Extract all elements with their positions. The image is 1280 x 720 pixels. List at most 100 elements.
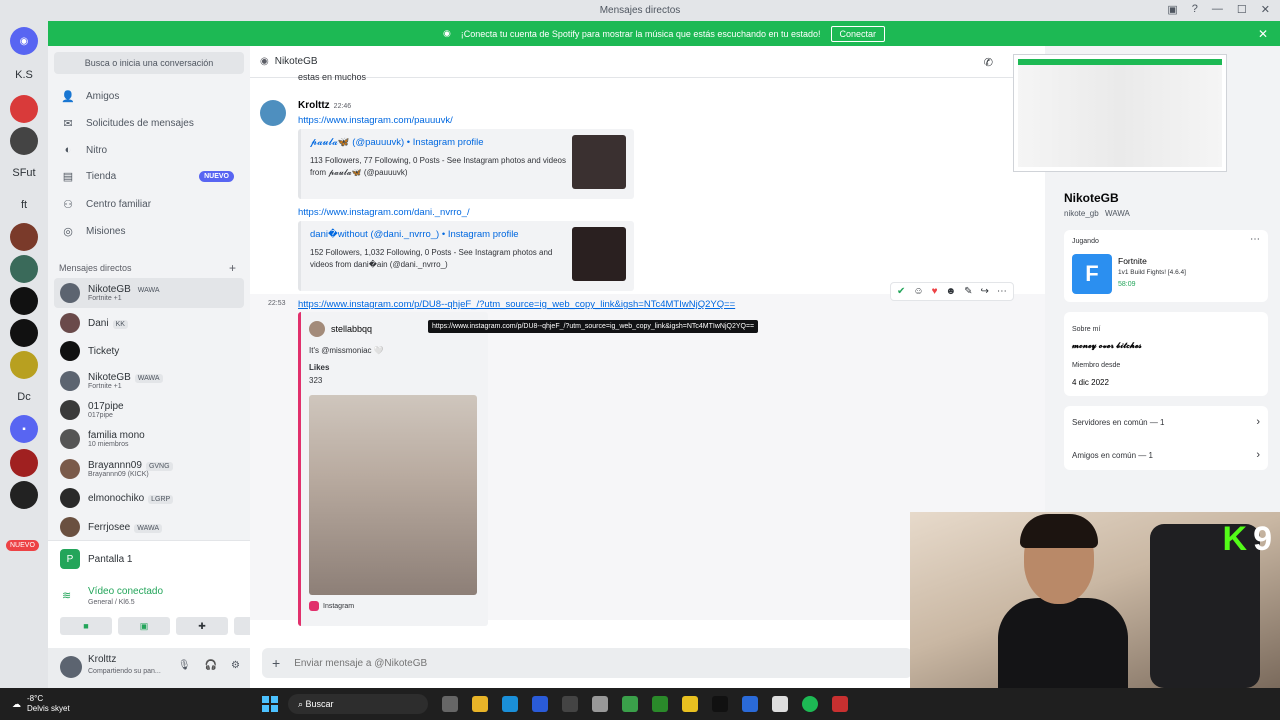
- avatar[interactable]: [60, 656, 82, 678]
- nav-friends[interactable]: 👤 Amigos: [56, 84, 242, 108]
- dm-name: familia mono: [88, 430, 145, 441]
- server-ks[interactable]: K.S: [10, 61, 38, 89]
- screen-share-preview[interactable]: P Pantalla 1: [60, 549, 132, 569]
- dm-item[interactable]: 017pipe 017pipe: [54, 395, 244, 425]
- embed-thumbnail[interactable]: [572, 135, 626, 189]
- nav-shop[interactable]: ▤ Tienda NUEVO: [56, 164, 242, 188]
- dm-item[interactable]: Tickety: [54, 336, 244, 366]
- quest-icon: ◎: [63, 225, 73, 238]
- user-panel: Krolttz Compartiendo su pan... 🎙 🎧 ⚙: [48, 648, 250, 688]
- app-icon[interactable]: [832, 696, 848, 712]
- message-link[interactable]: https://www.instagram.com/p/DU8--qhjeF_/…: [298, 299, 735, 310]
- microphone-icon[interactable]: 🎙: [178, 660, 191, 671]
- create-dm-icon[interactable]: +: [229, 261, 236, 275]
- server-avatar[interactable]: [10, 351, 38, 379]
- more-icon[interactable]: ⋯: [1250, 234, 1260, 245]
- dm-item[interactable]: Brayannn09 GVNG Brayannn09 (KICK): [54, 454, 244, 484]
- nav-message-requests[interactable]: ✉ Solicitudes de mensajes: [56, 111, 242, 135]
- app-icon[interactable]: [682, 696, 698, 712]
- upload-icon[interactable]: +: [272, 655, 280, 671]
- smile-reaction-icon[interactable]: ☺: [913, 286, 923, 297]
- server-avatar[interactable]: [10, 255, 38, 283]
- server-avatar[interactable]: [10, 449, 38, 477]
- weather-widget[interactable]: ☁ -8°C Delvis skyet: [12, 694, 70, 714]
- minimize-icon[interactable]: —: [1212, 3, 1223, 16]
- spotify-icon[interactable]: [802, 696, 818, 712]
- taskbar-search[interactable]: ⌕ Buscar: [288, 694, 428, 714]
- screen-label: Pantalla 1: [88, 553, 133, 565]
- mutual-servers-row[interactable]: Servidores en común — 1 ›: [1072, 416, 1260, 428]
- inbox-icon[interactable]: ▣: [1167, 3, 1177, 16]
- edge-icon[interactable]: [502, 696, 518, 712]
- activity-icon[interactable]: ✚: [176, 617, 228, 635]
- instagram-icon: [309, 601, 319, 611]
- voice-channel[interactable]: General / Kl6.5: [88, 599, 135, 606]
- server-sfut[interactable]: SFut: [10, 159, 38, 187]
- embed-image[interactable]: [309, 395, 477, 595]
- server-avatar[interactable]: [10, 287, 38, 315]
- vscode-icon[interactable]: [532, 696, 548, 712]
- add-reaction-icon[interactable]: ☻: [946, 286, 957, 297]
- document-icon[interactable]: [772, 696, 788, 712]
- obs-icon[interactable]: [562, 696, 578, 712]
- spotify-banner: ◉ ¡Conecta tu cuenta de Spotify para mos…: [48, 21, 1280, 46]
- headphones-icon[interactable]: 🎧: [205, 660, 217, 671]
- nav-family-center[interactable]: ⚇ Centro familiar: [56, 192, 242, 216]
- tiktok-icon[interactable]: [712, 696, 728, 712]
- app-icon[interactable]: [742, 696, 758, 712]
- embed-author[interactable]: stellabbqq: [331, 324, 372, 334]
- dm-item[interactable]: familia mono 10 miembros: [54, 424, 244, 454]
- server-avatar[interactable]: [10, 481, 38, 509]
- settings-app-icon[interactable]: [592, 696, 608, 712]
- server-dc[interactable]: Dc: [10, 383, 38, 411]
- search-conversation-button[interactable]: Busca o inicia una conversación: [54, 52, 244, 74]
- server-flag[interactable]: [10, 95, 38, 123]
- folder-icon[interactable]: ▪: [10, 415, 38, 443]
- help-icon[interactable]: ?: [1192, 3, 1198, 16]
- maximize-icon[interactable]: ☐: [1237, 3, 1247, 16]
- dm-tag: GVNG: [145, 462, 173, 471]
- embed-title[interactable]: 𝓹𝓪𝓾𝓵𝓪🦋 (@pauuuvk) • Instagram profile: [310, 137, 484, 148]
- dm-item[interactable]: Ferrjosee WAWA: [54, 512, 244, 542]
- author-name: Krolttz: [298, 100, 330, 111]
- close-icon[interactable]: ✕: [1261, 3, 1270, 16]
- message-input[interactable]: [294, 657, 795, 669]
- discord-home-icon[interactable]: ◉: [10, 27, 38, 55]
- banner-close-icon[interactable]: ✕: [1258, 27, 1268, 41]
- store-icon[interactable]: [622, 696, 638, 712]
- server-ft[interactable]: ft: [10, 191, 38, 219]
- connect-button[interactable]: Conectar: [830, 25, 886, 42]
- nav-nitro[interactable]: ◐ Nitro: [56, 138, 242, 162]
- server-avatar[interactable]: [10, 223, 38, 251]
- dm-item[interactable]: elmonochiko LGRP: [54, 483, 244, 513]
- more-icon[interactable]: ⋯: [997, 286, 1007, 297]
- settings-icon[interactable]: ⚙: [231, 660, 240, 671]
- screen-share-thumbnail[interactable]: [1013, 54, 1227, 172]
- task-view-icon[interactable]: [442, 696, 458, 712]
- avatar[interactable]: [260, 100, 286, 126]
- dm-item[interactable]: Dani KK: [54, 308, 244, 338]
- message-author[interactable]: Krolttz 22:46: [298, 100, 351, 111]
- dm-item[interactable]: NikoteGB WAWA Fortnite +1: [54, 366, 244, 396]
- xbox-icon[interactable]: [652, 696, 668, 712]
- dm-name: 017pipe: [88, 401, 124, 412]
- reply-icon[interactable]: ↪: [980, 286, 988, 297]
- message-link[interactable]: https://www.instagram.com/pauuuvk/: [298, 115, 453, 126]
- dm-item[interactable]: NikoteGB WAWA Fortnite +1: [54, 278, 244, 308]
- share-screen-icon[interactable]: ▣: [118, 617, 170, 635]
- message-link[interactable]: https://www.instagram.com/dani._nvrro_/: [298, 207, 470, 218]
- check-reaction-icon[interactable]: ✔: [897, 286, 905, 297]
- windows-start-icon[interactable]: [262, 696, 278, 712]
- call-icon[interactable]: ✆: [984, 56, 993, 69]
- nav-quests[interactable]: ◎ Misiones: [56, 219, 242, 243]
- dm-tag: WAWA: [134, 523, 163, 533]
- edit-icon[interactable]: ✎: [964, 286, 972, 297]
- mutual-friends-row[interactable]: Amigos en común — 1 ›: [1072, 449, 1260, 461]
- server-avatar[interactable]: [10, 319, 38, 347]
- camera-icon[interactable]: ■: [60, 617, 112, 635]
- embed-title[interactable]: dani�without (@dani._nvrro_) • Instagram…: [310, 229, 519, 240]
- server-avatar[interactable]: [10, 127, 38, 155]
- embed-thumbnail[interactable]: [572, 227, 626, 281]
- file-explorer-icon[interactable]: [472, 696, 488, 712]
- heart-reaction-icon[interactable]: ♥: [932, 286, 938, 297]
